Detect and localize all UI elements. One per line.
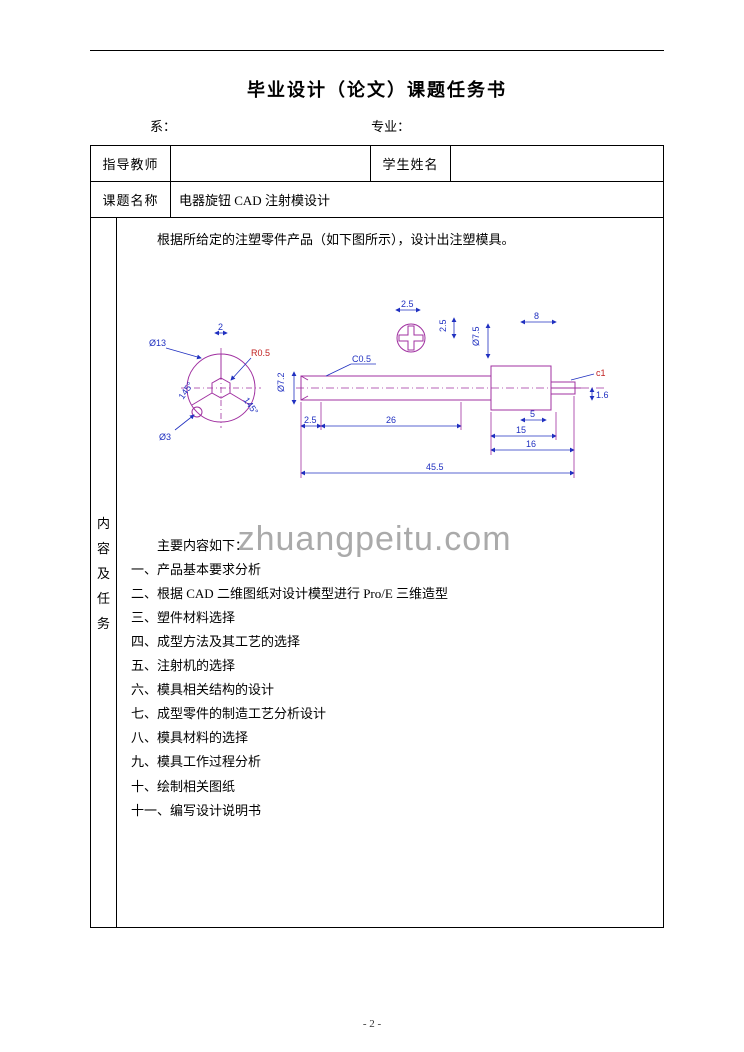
dim-25b: 2.5 — [438, 320, 448, 333]
dim-16t: 1.6 — [596, 390, 609, 400]
advisor-label: 指导教师 — [91, 146, 171, 182]
header-table: 指导教师 学生姓名 课题名称 电器旋钮 CAD 注射模设计 — [90, 145, 664, 218]
sub-row: 系： 专业： — [90, 116, 664, 135]
department-label: 系： — [90, 116, 331, 135]
dim-8: 8 — [534, 311, 539, 321]
side-char: 及 — [97, 563, 110, 582]
side-char: 容 — [97, 538, 110, 557]
list-item: 三、塑件材料选择 — [131, 606, 651, 630]
list-item: 七、成型零件的制造工艺分析设计 — [131, 702, 651, 726]
page-number: - 2 - — [0, 1018, 744, 1030]
engineering-diagram: Ø13 Ø3 145° 145° R0.5 2 — [131, 258, 651, 528]
dim-25a: 2.5 — [401, 299, 414, 309]
side-char: 内 — [97, 513, 110, 532]
table-row: 指导教师 学生姓名 — [91, 146, 664, 182]
dim-145a: 145° — [176, 380, 195, 401]
list-item: 九、模具工作过程分析 — [131, 750, 651, 774]
top-rule — [90, 50, 664, 51]
dim-26: 26 — [386, 415, 396, 425]
list-item: 五、注射机的选择 — [131, 654, 651, 678]
dim-145b: 145° — [241, 395, 260, 416]
side-label: 内 容 及 任 务 — [91, 218, 117, 927]
list-item: 八、模具材料的选择 — [131, 726, 651, 750]
content-cell: 内 容 及 任 务 根据所给定的注塑零件产品（如下图所示），设计出注塑模具。 — [90, 218, 664, 928]
list-item: 四、成型方法及其工艺的选择 — [131, 630, 651, 654]
page: 毕业设计（论文）课题任务书 系： 专业： 指导教师 学生姓名 课题名称 电器旋钮… — [0, 0, 744, 1052]
side-char: 务 — [97, 613, 110, 632]
list-item: 六、模具相关结构的设计 — [131, 678, 651, 702]
topic-label: 课题名称 — [91, 182, 171, 218]
dim-15: 15 — [516, 425, 526, 435]
dim-25c: 2.5 — [304, 415, 317, 425]
list-header: 主要内容如下： — [131, 534, 651, 558]
list-item: 一、产品基本要求分析 — [131, 558, 651, 582]
dim-455: 45.5 — [426, 462, 444, 472]
topic-value: 电器旋钮 CAD 注射模设计 — [171, 182, 664, 218]
drawing-svg: Ø13 Ø3 145° 145° R0.5 2 — [131, 258, 651, 528]
major-label: 专业： — [331, 116, 664, 135]
side-char: 任 — [97, 588, 110, 607]
dim-5: 5 — [530, 409, 535, 419]
doc-title: 毕业设计（论文）课题任务书 — [90, 76, 664, 102]
dim-c05: C0.5 — [352, 354, 371, 364]
content-list: 主要内容如下： 一、产品基本要求分析 二、根据 CAD 二维图纸对设计模型进行 … — [131, 534, 651, 823]
dim-c1: c1 — [596, 368, 606, 378]
dim-d13: Ø13 — [149, 338, 166, 348]
dim-t2: 2 — [218, 322, 223, 332]
student-label: 学生姓名 — [371, 146, 451, 182]
dim-d3: Ø3 — [159, 432, 171, 442]
dim-d75: Ø7.5 — [471, 327, 481, 347]
list-item: 十一、编写设计说明书 — [131, 799, 651, 823]
dim-16: 16 — [526, 439, 536, 449]
list-item: 十、绘制相关图纸 — [131, 775, 651, 799]
intro-text: 根据所给定的注塑零件产品（如下图所示），设计出注塑模具。 — [131, 228, 651, 252]
dim-r05: R0.5 — [251, 348, 270, 358]
student-value — [451, 146, 664, 182]
dim-d72: Ø7.2 — [276, 373, 286, 393]
advisor-value — [171, 146, 371, 182]
table-row: 课题名称 电器旋钮 CAD 注射模设计 — [91, 182, 664, 218]
content-body: 根据所给定的注塑零件产品（如下图所示），设计出注塑模具。 — [117, 218, 663, 927]
list-item: 二、根据 CAD 二维图纸对设计模型进行 Pro/E 三维造型 — [131, 582, 651, 606]
